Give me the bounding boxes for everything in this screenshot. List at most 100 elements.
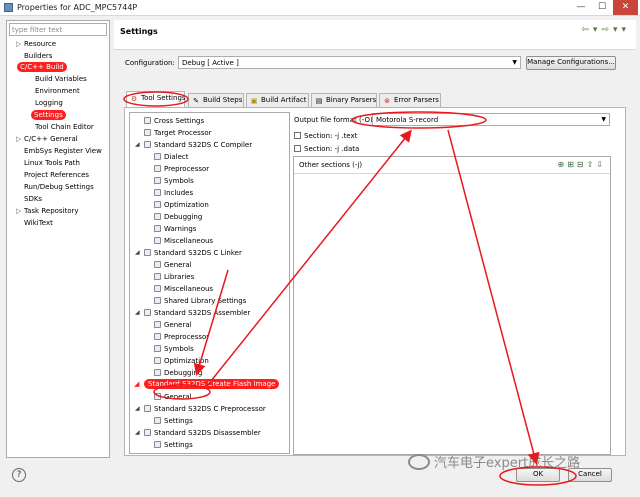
settings-icon [144,129,151,136]
property-nav-pane: type filter text ▷ Resource Builders C/C+… [6,20,110,458]
settings-icon [154,357,161,364]
settings-icon [154,297,161,304]
tree-item-optimization[interactable]: Optimization [154,200,209,210]
wechat-logo-icon [408,454,430,470]
nav-item-resource[interactable]: ▷ Resource [16,39,56,49]
other-sections-label: Other sections (-j) [299,161,363,169]
tree-item-assembler-general[interactable]: General [154,320,192,330]
tree-item-linker-general[interactable]: General [154,260,192,270]
tree-item-disassembler[interactable]: ◢ Standard S32DS Disassembler [135,428,261,438]
collapse-icon[interactable]: ◢ [10,62,15,72]
settings-icon [154,213,161,220]
tree-item-assembler-debugging[interactable]: Debugging [154,368,202,378]
close-button[interactable]: ✕ [613,0,638,15]
nav-item-cpp-build[interactable]: C/C++ Build [17,62,67,72]
settings-icon [154,273,161,280]
configuration-value: Debug [ Active ] [182,59,239,67]
tree-item-assembler-optimization[interactable]: Optimization [154,356,209,366]
nav-item-project-references[interactable]: Project References [24,170,89,180]
nav-item-build-variables[interactable]: Build Variables [35,74,87,84]
maximize-button[interactable]: ☐ [592,0,612,15]
tree-item-includes[interactable]: Includes [154,188,193,198]
section-data-checkbox[interactable]: Section: -j .data [294,144,359,154]
tree-item-flash-image-general[interactable]: General [154,392,192,402]
window-title: Properties for ADC_MPC5744P [17,3,138,12]
nav-item-tool-chain-editor[interactable]: Tool Chain Editor [35,122,94,132]
checkbox-box[interactable] [294,132,301,139]
tree-item-miscellaneous[interactable]: Miscellaneous [154,236,213,246]
expand-icon[interactable]: ▷ [16,206,21,216]
minimize-button[interactable]: — [571,0,591,15]
tab-binary-parsers[interactable]: ▤ Binary Parsers [311,93,377,107]
nav-item-builders[interactable]: Builders [24,51,52,61]
tab-build-steps[interactable]: ✎ Build Steps [188,93,244,107]
tool-icon [144,141,151,148]
settings-icon [154,237,161,244]
collapse-icon[interactable]: ◢ [134,379,139,389]
tree-item-cross-settings[interactable]: Cross Settings [144,116,204,126]
nav-item-settings[interactable]: Settings [31,110,66,120]
tree-item-warnings[interactable]: Warnings [154,224,196,234]
back-forward-icon[interactable]: ⇦▾⇨▾▾ [581,25,630,35]
collapse-icon[interactable]: ◢ [135,248,140,258]
tool-settings-icon: ⚙ [130,95,138,103]
settings-icon [154,225,161,232]
checkbox-box[interactable] [294,145,301,152]
output-format-select[interactable]: Motorola S-record ▼ [372,113,610,126]
nav-item-linux-tools-path[interactable]: Linux Tools Path [24,158,80,168]
tree-item-assembler-symbols[interactable]: Symbols [154,344,194,354]
tree-item-shared-library-settings[interactable]: Shared Library Settings [154,296,246,306]
tree-item-create-flash-image[interactable]: Standard S32DS Create Flash Image [144,379,280,389]
filter-input[interactable]: type filter text [9,23,107,36]
help-icon[interactable]: ? [12,468,26,482]
tree-item-c-preprocessor[interactable]: ◢ Standard S32DS C Preprocessor [135,404,266,414]
collapse-icon[interactable]: ◢ [135,428,140,438]
tree-item-target-processor[interactable]: Target Processor [144,128,212,138]
page-header: Settings ⇦▾⇨▾▾ [114,20,636,50]
nav-item-cpp-general[interactable]: ▷ C/C++ General [16,134,78,144]
settings-icon [154,417,161,424]
settings-icon [154,333,161,340]
collapse-icon[interactable]: ◢ [135,308,140,318]
output-format-label: Output file format (-O) [294,116,373,124]
tree-item-linker-miscellaneous[interactable]: Miscellaneous [154,284,213,294]
tab-error-parsers[interactable]: ⊗ Error Parsers [379,93,441,107]
tree-item-debugging[interactable]: Debugging [154,212,202,222]
expand-icon[interactable]: ▷ [16,134,21,144]
nav-item-wikitext[interactable]: WikiText [24,218,53,228]
tool-settings-tree: Cross Settings Target Processor ◢ Standar… [129,112,290,454]
nav-item-run-debug-settings[interactable]: Run/Debug Settings [24,182,94,192]
settings-icon [154,321,161,328]
other-sections-list: Other sections (-j) ⊕⊞⊟⇧⇩ [293,156,611,455]
tree-item-disassembler-settings[interactable]: Settings [154,440,193,450]
ok-button[interactable]: OK [516,468,560,482]
settings-icon [154,369,161,376]
tree-item-assembler[interactable]: ◢ Standard S32DS Assembler [135,308,250,318]
configuration-label: Configuration: [125,59,175,67]
manage-configurations-button[interactable]: Manage Configurations... [526,56,616,70]
tree-item-preprocessor-settings[interactable]: Settings [154,416,193,426]
cancel-button[interactable]: Cancel [568,468,612,482]
tree-item-dialect[interactable]: Dialect [154,152,188,162]
nav-item-logging[interactable]: Logging [35,98,63,108]
nav-item-embsys-register-view[interactable]: EmbSys Register View [24,146,102,156]
tree-item-libraries[interactable]: Libraries [154,272,194,282]
nav-item-sdks[interactable]: SDKs [24,194,42,204]
tree-item-c-compiler[interactable]: ◢ Standard S32DS C Compiler [135,140,252,150]
tree-item-assembler-preprocessor[interactable]: Preprocessor [154,332,209,342]
nav-item-environment[interactable]: Environment [35,86,80,96]
settings-icon [154,153,161,160]
nav-item-task-repository[interactable]: ▷ Task Repository [16,206,79,216]
collapse-icon[interactable]: ◢ [135,140,140,150]
section-text-checkbox[interactable]: Section: -j .text [294,131,357,141]
tree-item-symbols[interactable]: Symbols [154,176,194,186]
collapse-icon[interactable]: ◢ [135,404,140,414]
settings-icon [144,117,151,124]
list-tools-icon[interactable]: ⊕⊞⊟⇧⇩ [557,160,606,169]
expand-icon[interactable]: ▷ [16,39,21,49]
tab-tool-settings[interactable]: ⚙ Tool Settings [126,91,186,107]
tree-item-preprocessor[interactable]: Preprocessor [154,164,209,174]
configuration-select[interactable]: Debug [ Active ] ▼ [178,56,521,69]
tab-build-artifact[interactable]: ▣ Build Artifact [246,93,309,107]
tree-item-c-linker[interactable]: ◢ Standard S32DS C Linker [135,248,242,258]
